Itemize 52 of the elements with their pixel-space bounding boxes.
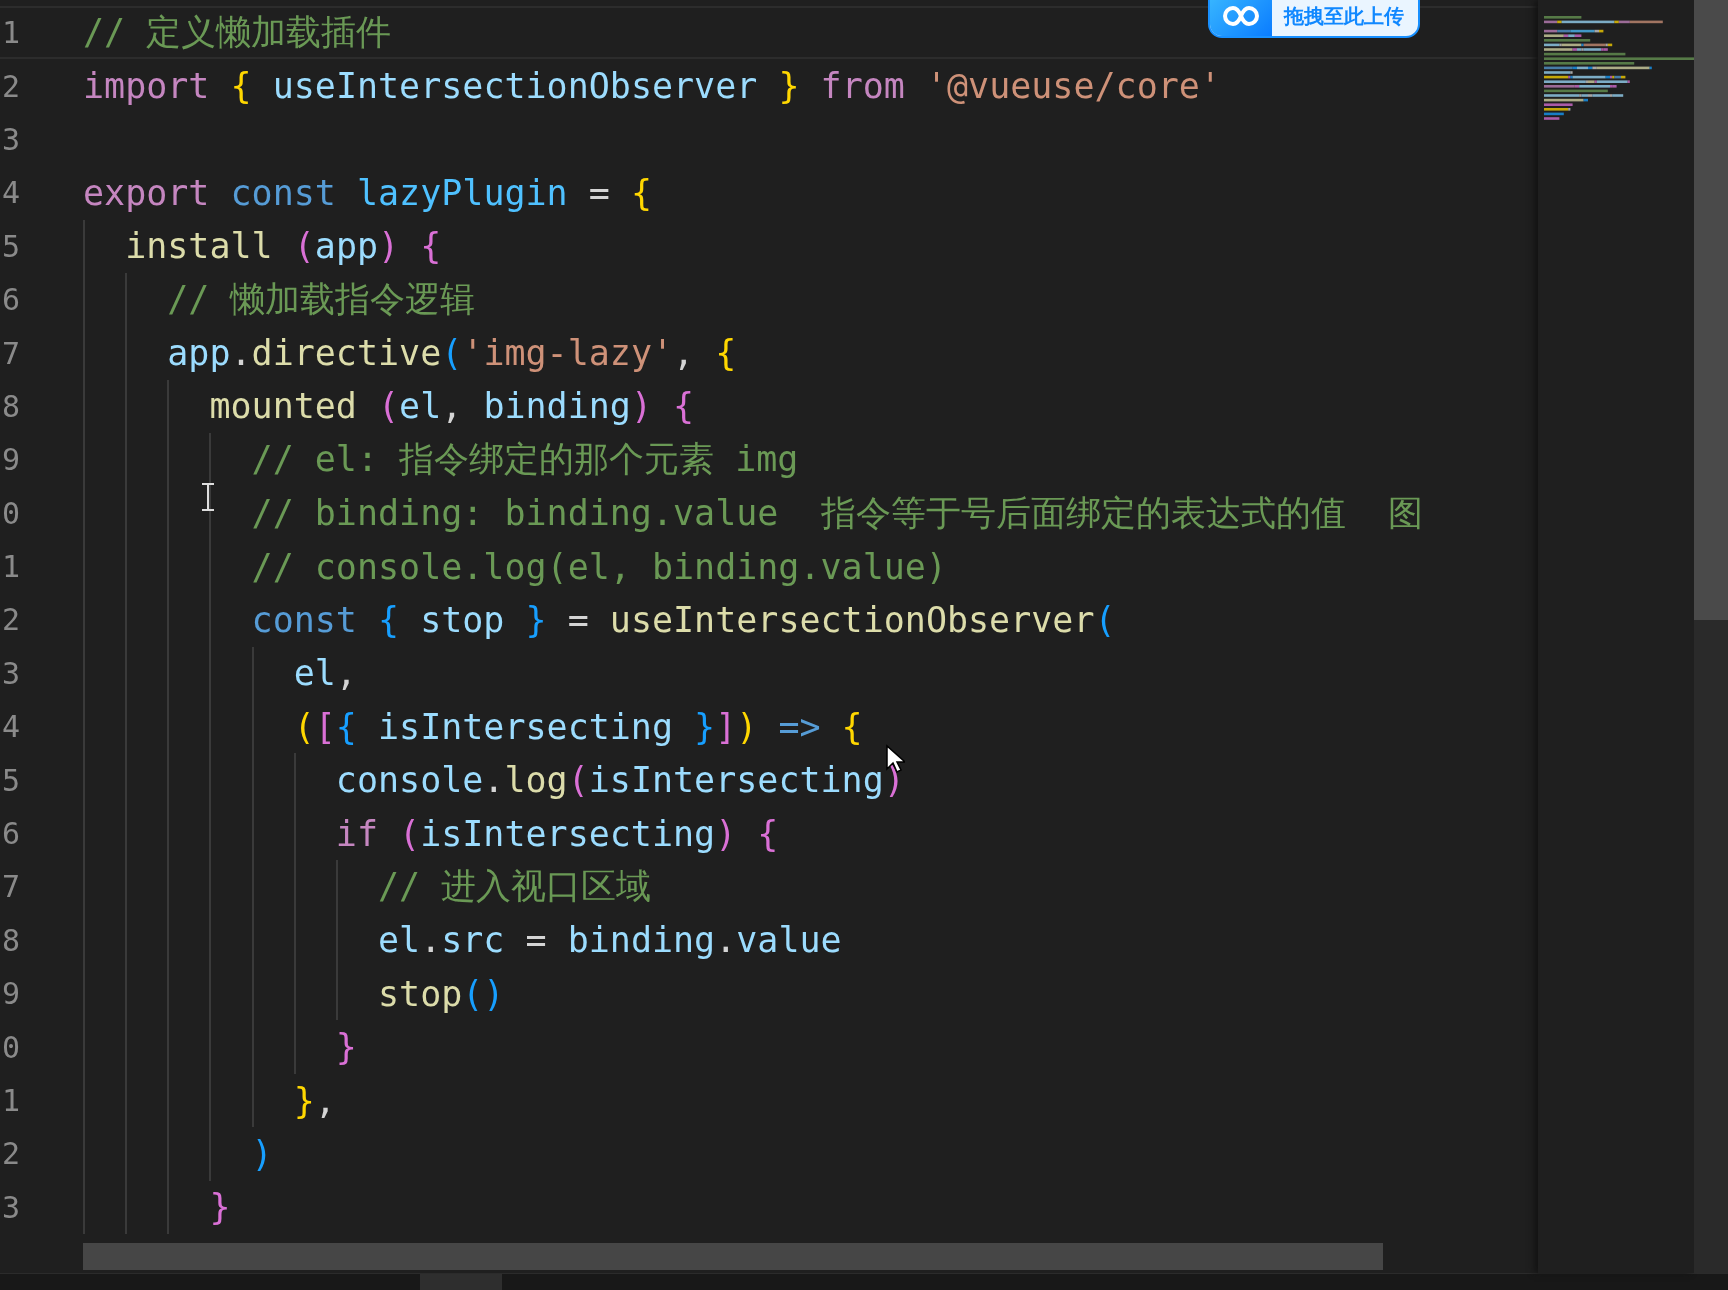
line-number: 3 bbox=[1, 1189, 22, 1225]
line-number: 8 bbox=[1, 388, 22, 424]
line-number: 4 bbox=[1, 175, 22, 211]
code-line: // 定义懒加载插件 bbox=[83, 11, 392, 55]
code-line: mounted (el, binding) { bbox=[83, 379, 695, 434]
line-number: 7 bbox=[1, 335, 22, 371]
horizontal-scrollbar[interactable] bbox=[83, 1243, 1383, 1270]
text-cursor-icon bbox=[200, 482, 216, 512]
line-number: 1 bbox=[1, 1083, 22, 1118]
code-line: // 懒加载指令逻辑 bbox=[83, 272, 476, 327]
code-line: el, bbox=[83, 646, 357, 701]
code-line: install (app) { bbox=[83, 219, 442, 273]
code-line: app.directive('img-lazy', { bbox=[83, 326, 737, 380]
line-number: 0 bbox=[1, 495, 22, 531]
line-number: 4 bbox=[1, 709, 22, 745]
code-line: import { useIntersectionObserver } from '@vueuse/core' bbox=[83, 65, 1221, 109]
line-number: 5 bbox=[1, 228, 22, 264]
cloud-link-icon bbox=[1223, 5, 1259, 27]
upload-label: 拖拽至此上传 bbox=[1282, 2, 1405, 30]
code-line: } bbox=[83, 1180, 231, 1234]
code-line: const { stop } = useIntersectionObserver( bbox=[83, 593, 1116, 647]
line-number: 2 bbox=[1, 602, 22, 638]
line-number: 3 bbox=[1, 121, 22, 157]
code-line: // el: 指令绑定的那个元素 img bbox=[83, 433, 799, 487]
code-line: console.log(isIntersecting) bbox=[83, 753, 905, 807]
line-number: 8 bbox=[1, 922, 22, 958]
upload-badge[interactable]: 拖拽至此上传 bbox=[1208, 0, 1420, 38]
code-line: // 进入视口区域 bbox=[83, 860, 652, 914]
line-number: 2 bbox=[1, 68, 22, 104]
line-number: 1 bbox=[1, 549, 22, 585]
line-number: 6 bbox=[1, 282, 22, 318]
line-number: 1 bbox=[1, 15, 22, 51]
line-number: 9 bbox=[1, 976, 22, 1012]
code-line: el.src = binding.value bbox=[83, 913, 842, 968]
code-line: export const lazyPlugin = { bbox=[83, 171, 652, 215]
line-number: 3 bbox=[1, 655, 22, 691]
line-number: 5 bbox=[1, 762, 22, 798]
line-number: 7 bbox=[1, 869, 22, 905]
vertical-scrollbar[interactable] bbox=[1694, 0, 1728, 1273]
line-number: 9 bbox=[1, 442, 22, 478]
code-line: }, bbox=[83, 1073, 336, 1128]
code-line: ([{ isIntersecting }]) => { bbox=[83, 700, 863, 754]
code-line: } bbox=[83, 1020, 357, 1074]
code-line: stop() bbox=[83, 967, 505, 1021]
code-line: ) bbox=[83, 1127, 273, 1181]
line-number: 6 bbox=[1, 816, 22, 852]
code-line: // binding: binding.value 指令等于号后面绑定的表达式的值 图 bbox=[83, 486, 1423, 540]
line-number: 0 bbox=[1, 1029, 22, 1065]
line-number: 2 bbox=[1, 1136, 22, 1172]
minimap-drawing[interactable] bbox=[1544, 16, 1694, 120]
code-line: // console.log(el, binding.value) bbox=[83, 539, 947, 594]
code-line: if (isIntersecting) { bbox=[83, 806, 779, 861]
